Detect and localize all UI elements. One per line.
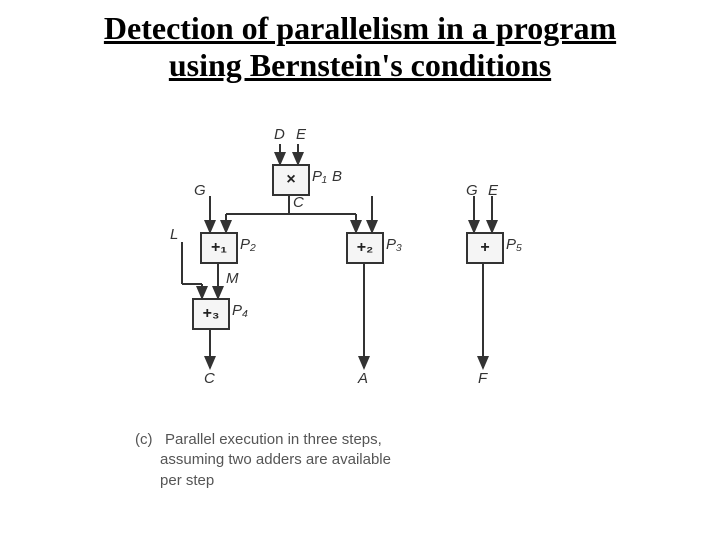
caption-tag: (c) — [135, 431, 153, 448]
title-line-1: Detection of parallelism in a program — [104, 10, 616, 46]
node-p4-op: +₃ — [203, 305, 220, 323]
signal-m: M — [226, 270, 239, 287]
node-p1-label: P₁ — [312, 168, 327, 185]
caption-line-1: Parallel execution in three steps, — [165, 431, 382, 448]
signal-c-out: C — [204, 370, 215, 387]
node-p5-op: + — [480, 239, 489, 257]
signal-b-top: B — [332, 168, 342, 185]
node-p4: +₃ — [192, 298, 230, 330]
signal-ge-g: G — [466, 182, 478, 199]
node-p2: +₁ — [200, 232, 238, 264]
signal-a-out: A — [358, 370, 368, 387]
node-p4-label: P₄ — [232, 302, 248, 319]
node-p3-op: +₂ — [357, 239, 373, 257]
signal-e: E — [296, 126, 306, 143]
signal-c-top: C — [293, 194, 304, 211]
signal-f-out: F — [478, 370, 487, 387]
node-p1-op: × — [286, 171, 295, 189]
dataflow-diagram: D E × P₁ B C G +₁ P₂ L M +₂ P₃ +₃ P₄ G E… — [130, 140, 590, 420]
title-line-2: using Bernstein's conditions — [169, 47, 551, 83]
node-p5-label: P₅ — [506, 236, 522, 253]
signal-d: D — [274, 126, 285, 143]
signal-l: L — [170, 226, 178, 243]
figure-caption: (c) Parallel execution in three steps, a… — [135, 430, 391, 491]
node-p3-label: P₃ — [386, 236, 402, 253]
signal-g: G — [194, 182, 206, 199]
node-p3: +₂ — [346, 232, 384, 264]
node-p2-op: +₁ — [211, 239, 227, 257]
signal-ge-e: E — [488, 182, 498, 199]
node-p2-label: P₂ — [240, 236, 256, 253]
node-p1: × — [272, 164, 310, 196]
page-title: Detection of parallelism in a program us… — [0, 10, 720, 84]
caption-line-3: per step — [160, 472, 214, 489]
node-p5: + — [466, 232, 504, 264]
caption-line-2: assuming two adders are available — [160, 451, 391, 468]
